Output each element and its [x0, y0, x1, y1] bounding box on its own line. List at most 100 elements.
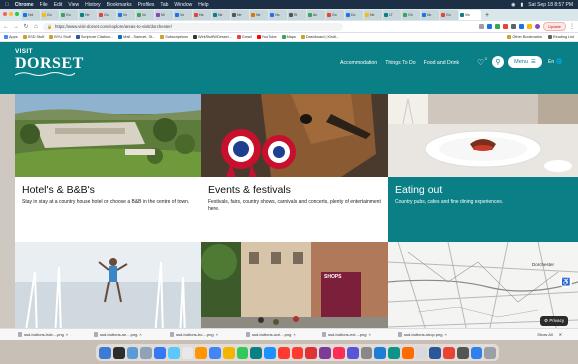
menubar-window[interactable]: Window [174, 2, 192, 8]
browser-tab[interactable]: Vis [459, 10, 481, 20]
browser-tab[interactable]: He [79, 10, 97, 20]
menubar-app-name[interactable]: Chrome [15, 2, 34, 8]
download-item[interactable]: ssd-buttons-hab....png ˄ [18, 332, 84, 337]
browser-tab[interactable]: Do [345, 10, 363, 20]
browser-tab[interactable]: Nc [421, 10, 439, 20]
browser-tab[interactable]: An [307, 10, 325, 20]
dock-app-icon[interactable] [305, 346, 318, 359]
other-bookmarks[interactable]: Other Bookmarks [507, 35, 542, 39]
dock-app-icon[interactable] [154, 346, 166, 359]
download-item[interactable]: ssd-buttons-scri....png ˄ [246, 332, 312, 337]
accessibility-button[interactable]: ♿ [560, 276, 572, 288]
privacy-button[interactable]: ⚙ Privacy [540, 316, 569, 326]
dock-app-icon[interactable] [429, 346, 442, 359]
extension-icon[interactable] [527, 24, 533, 29]
dock-app-icon[interactable] [112, 346, 125, 359]
close-icon[interactable]: ✕ [559, 332, 562, 337]
chevron-up-icon[interactable]: ˄ [216, 332, 218, 337]
apple-icon[interactable]:  [5, 2, 9, 8]
menubar-help[interactable]: Help [198, 2, 208, 8]
reload-icon[interactable]: ↻ [23, 23, 29, 30]
menubar-profiles[interactable]: Profiles [138, 2, 155, 8]
chevron-up-icon[interactable]: ˄ [66, 332, 68, 337]
battery-icon[interactable]: ▮ [520, 2, 523, 8]
dock-app-icon[interactable] [277, 346, 290, 359]
browser-tab[interactable]: Mi [155, 10, 173, 20]
browser-tab[interactable]: Ri [288, 10, 306, 20]
download-item[interactable]: ssd-buttons-shop.png ˄ [398, 332, 464, 337]
browser-tab[interactable]: Gh [402, 10, 420, 20]
dock-app-icon[interactable] [291, 346, 304, 359]
browser-tab[interactable]: LT [383, 10, 401, 20]
dock-app-icon[interactable] [195, 346, 208, 359]
dock-app-icon[interactable] [333, 346, 345, 359]
home-icon[interactable]: ⌂ [33, 24, 39, 30]
extension-icon[interactable] [495, 24, 501, 29]
profile-avatar[interactable] [535, 24, 541, 29]
bookmark-mail[interactable]: Mail - Samuel, St... [118, 35, 155, 39]
address-bar[interactable]: 🔒 https://www.visit-dorset.com/explore/a… [43, 22, 343, 31]
chevron-up-icon[interactable]: ˄ [368, 332, 370, 337]
dock-app-icon[interactable] [250, 346, 263, 359]
bookmark-wirkstuff[interactable]: WirkStuffWDessel... [193, 35, 232, 39]
bookmark-gmail[interactable]: Gmail [236, 35, 252, 39]
dock-app-icon[interactable] [236, 346, 249, 359]
dock-app-icon[interactable] [140, 346, 153, 359]
browser-tab[interactable]: Hol [22, 10, 40, 20]
extension-icon[interactable] [479, 24, 485, 29]
dock-app-icon[interactable] [264, 346, 276, 359]
download-item[interactable]: ssd-buttons-bo....png ˄ [170, 332, 236, 337]
dock-app-icon[interactable] [470, 346, 483, 359]
dock-app-icon[interactable] [415, 346, 428, 359]
dock-app-icon[interactable] [388, 346, 400, 359]
fountain-photo[interactable] [15, 242, 201, 337]
nav-things-to-do[interactable]: Things To Do [385, 60, 415, 66]
back-arrow-icon[interactable]: ← [3, 24, 9, 30]
chevron-up-icon[interactable]: ˄ [444, 332, 446, 337]
minimize-window-button[interactable] [9, 12, 13, 16]
browser-tab[interactable]: Go [60, 10, 78, 20]
shopping-street-photo[interactable]: SHOPS [201, 242, 388, 337]
bookmark-maps[interactable]: Maps [281, 35, 296, 39]
menubar-bookmarks[interactable]: Bookmarks [107, 2, 132, 8]
visit-dorset-logo[interactable]: VISIT DORSET [15, 48, 84, 77]
bookmark-apps[interactable]: Apps [4, 35, 18, 39]
card-events[interactable]: Events & festivals Festivals, fairs, cou… [201, 94, 388, 242]
nav-accommodation[interactable]: Accommodation [340, 60, 377, 66]
browser-tab[interactable]: Go [440, 10, 458, 20]
bookmark-youtube[interactable]: YouTube [256, 35, 277, 39]
update-button[interactable]: Update [543, 22, 566, 31]
browser-tab[interactable]: Go [326, 10, 344, 20]
dock-app-icon[interactable] [443, 346, 455, 359]
menubar-tab[interactable]: Tab [160, 2, 168, 8]
chevron-up-icon[interactable]: ˄ [293, 332, 295, 337]
card-eating-out-title[interactable]: Eating out [395, 184, 571, 196]
menubar-view[interactable]: View [68, 2, 79, 8]
browser-tab[interactable]: Ne [364, 10, 382, 20]
browser-tab[interactable]: Vo [136, 10, 154, 20]
zoom-window-button[interactable] [15, 12, 19, 16]
menubar-clock[interactable]: Sat Sep 18 8:57 PM [528, 2, 573, 8]
dock-app-icon[interactable] [181, 346, 194, 359]
extension-icon[interactable] [487, 24, 493, 29]
card-eating-out[interactable]: Eating out Country pubs, cafes and fine … [388, 94, 578, 242]
menu-button[interactable]: Menu ☰ [508, 56, 542, 68]
card-hotels-title[interactable]: Hotel's & B&B's [22, 184, 194, 196]
search-button[interactable]: ⚲ [492, 56, 504, 68]
menubar-history[interactable]: History [85, 2, 101, 8]
dock-app-icon[interactable] [456, 346, 469, 359]
extension-icon[interactable] [503, 24, 509, 29]
browser-tab[interactable]: Ha [193, 10, 211, 20]
dock-app-icon[interactable] [484, 346, 497, 359]
browser-tab[interactable]: Ha [269, 10, 287, 20]
menubar-edit[interactable]: Edit [54, 2, 63, 8]
bookmark-dashboard[interactable]: Dashboard | Kindl... [300, 35, 339, 39]
dock-app-icon[interactable] [209, 346, 221, 359]
card-events-title[interactable]: Events & festivals [208, 184, 381, 196]
dock-app-icon[interactable] [99, 346, 111, 359]
extension-icon[interactable] [511, 24, 517, 29]
language-selector[interactable]: En 🌐 [548, 59, 562, 65]
nav-food-and-drink[interactable]: Food and Drink [424, 60, 459, 66]
show-all-downloads-button[interactable]: Show All [537, 332, 552, 337]
extension-icon[interactable] [519, 24, 525, 29]
